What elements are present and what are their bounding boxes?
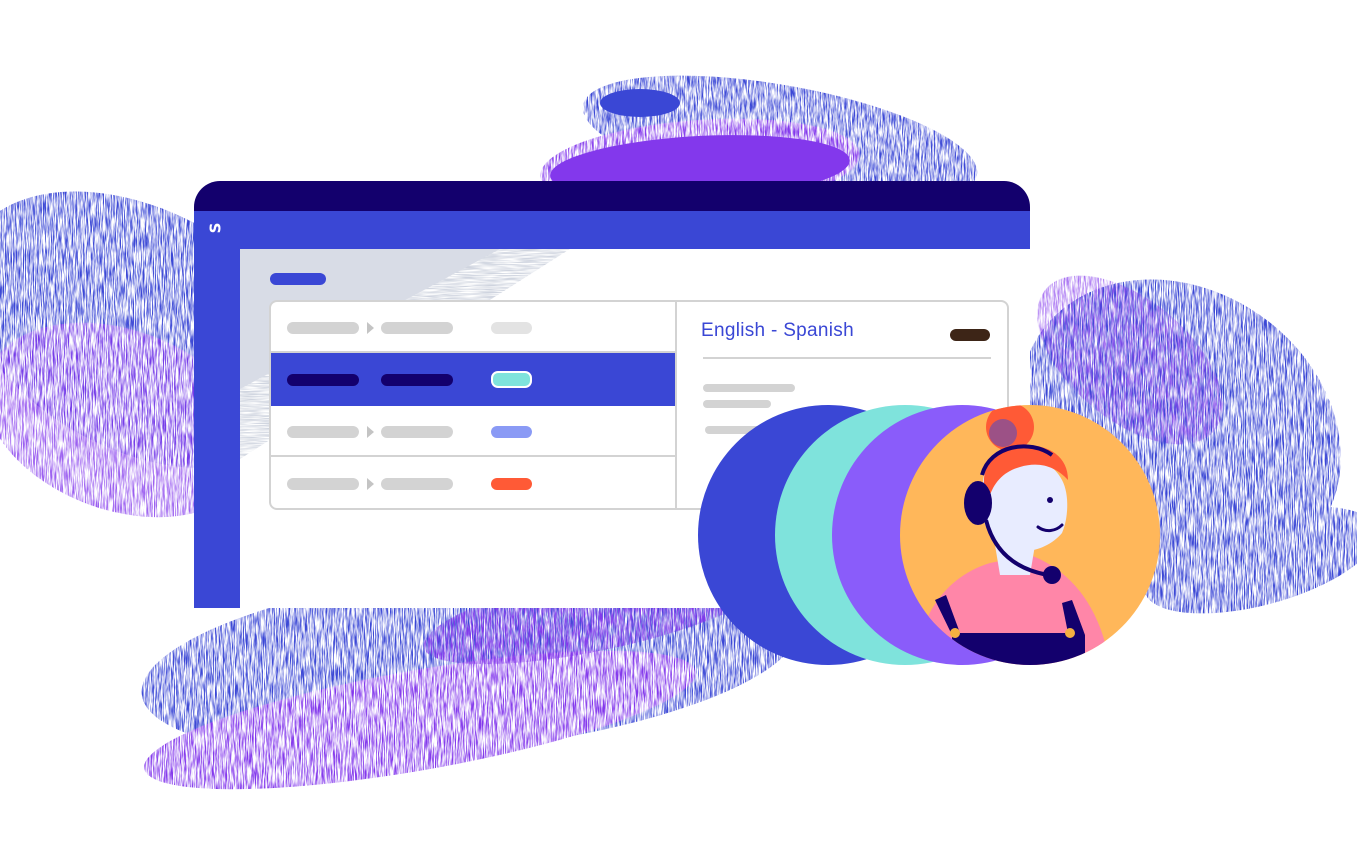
translator-avatar-stack <box>698 405 1160 665</box>
source-placeholder <box>287 478 359 490</box>
detail-badge <box>950 329 990 341</box>
window-titlebar <box>194 181 1030 213</box>
source-placeholder <box>287 322 359 334</box>
target-placeholder <box>381 374 453 386</box>
app-sidebar <box>194 249 240 608</box>
list-item[interactable] <box>271 406 675 457</box>
app-logo[interactable]: S <box>206 223 224 234</box>
arrow-right-icon <box>367 478 374 490</box>
language-pair-title: English - Spanish <box>701 320 854 341</box>
target-placeholder <box>381 426 453 438</box>
arrow-right-icon <box>367 322 374 334</box>
arrow-right-icon <box>367 426 374 438</box>
target-placeholder <box>381 478 453 490</box>
status-badge <box>491 426 532 438</box>
detail-divider <box>703 357 991 359</box>
app-header-bar <box>194 211 1030 249</box>
list-item-selected[interactable] <box>271 353 675 406</box>
status-badge <box>491 478 532 490</box>
list-item[interactable] <box>271 458 675 509</box>
target-placeholder <box>381 322 453 334</box>
status-badge <box>491 371 532 388</box>
text-placeholder <box>703 384 795 392</box>
source-placeholder <box>287 426 359 438</box>
language-pair-list <box>271 302 677 508</box>
list-item[interactable] <box>271 302 675 353</box>
status-badge <box>491 322 532 334</box>
source-placeholder <box>287 374 359 386</box>
page-title-placeholder <box>270 273 326 285</box>
